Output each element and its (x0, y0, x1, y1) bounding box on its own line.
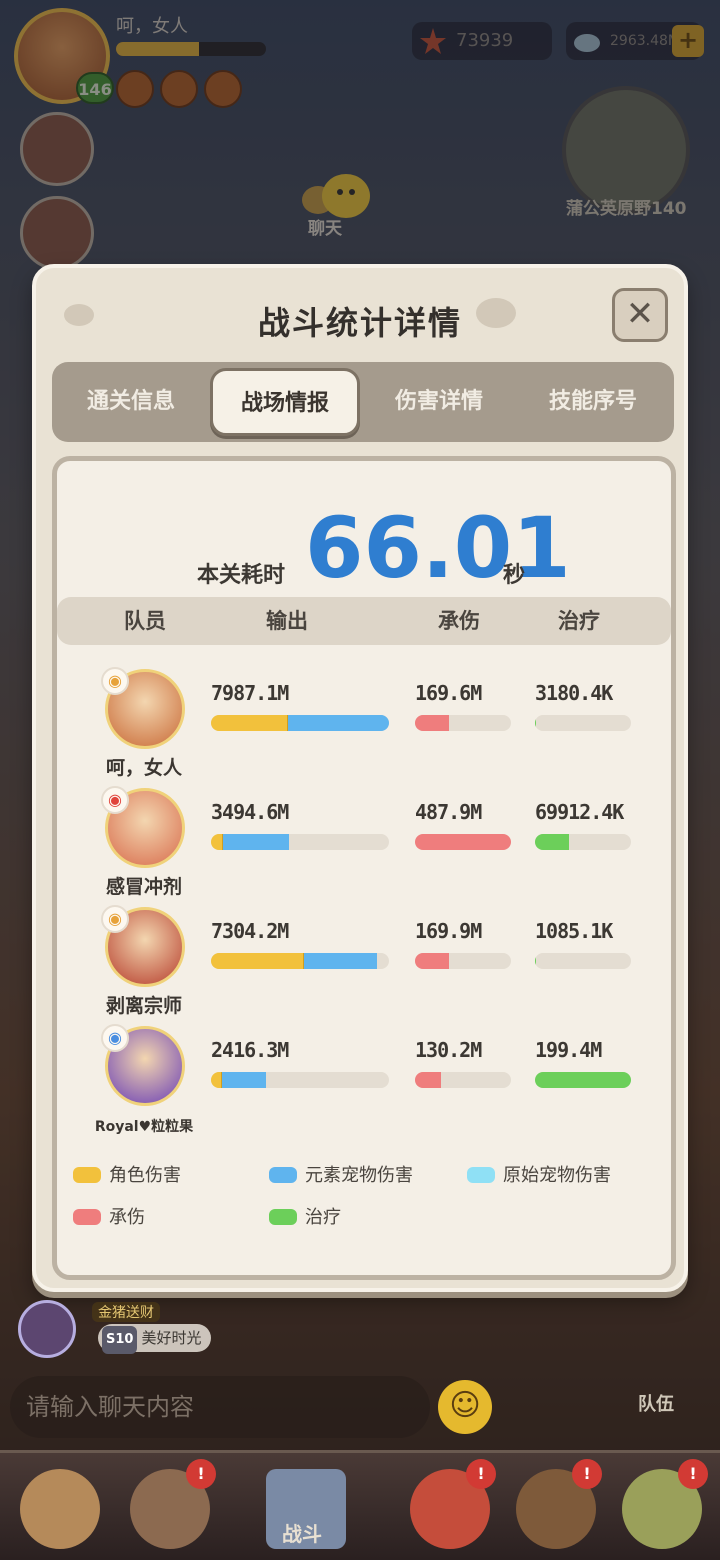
element-icon: ◉ (101, 905, 129, 933)
taken-value: 130.2M (415, 1038, 482, 1062)
player-name: 感冒冲剂 (105, 876, 182, 898)
bar-segment (211, 953, 304, 969)
clear-time: 本关耗时 66.01 秒 (57, 499, 671, 597)
player-name: Royal♥粒粒果 (94, 1119, 194, 1135)
battle-stats-dialog: 战斗统计详情 ✕ 通关信息 战场情报 伤害详情 技能序号 本关耗时 66.01 … (32, 264, 688, 1292)
legend-item: 原始宠物伤害 (467, 1161, 611, 1187)
bottom-nav: ! ! ! ! (0, 1450, 720, 1560)
output-value: 3494.6M (211, 800, 289, 824)
tab-battle-intel[interactable]: 战场情报 (210, 368, 360, 436)
table-header: 队员 输出 承伤 治疗 (57, 597, 671, 645)
tab-bar: 通关信息 战场情报 伤害详情 技能序号 (52, 362, 674, 442)
heal-bar (535, 1072, 631, 1088)
legend-item: 承伤 (73, 1203, 145, 1229)
news-avatar (18, 1300, 76, 1358)
player-name: 呵，女人 (105, 757, 182, 779)
legend-item: 治疗 (269, 1203, 341, 1229)
smile-icon: ☺ (449, 1388, 481, 1423)
player-row: ◉ 感冒冲剂 3494.6M 487.9M 69912.4K (57, 786, 671, 906)
nav-character-1[interactable] (10, 1459, 110, 1559)
bar-segment (303, 953, 377, 969)
output-bar (211, 1072, 389, 1088)
output-bar (211, 834, 389, 850)
bar-segment (535, 1072, 631, 1088)
bar-segment (415, 834, 511, 850)
close-icon: ✕ (625, 294, 655, 334)
heal-value: 1085.1K (535, 919, 613, 943)
alert-icon: ! (466, 1459, 496, 1489)
news-line: S10 美好时光 (98, 1324, 212, 1354)
nav-character-5[interactable]: ! (612, 1459, 712, 1559)
player-row: ◉ Royal♥粒粒果 2416.3M 130.2M 199.4M (57, 1024, 671, 1144)
bar-segment (211, 1072, 222, 1088)
header-taken: 承伤 (438, 609, 480, 633)
alert-icon: ! (678, 1459, 708, 1489)
heal-bar (535, 715, 631, 731)
output-value: 2416.3M (211, 1038, 289, 1062)
output-bar (211, 715, 389, 731)
bar-segment (415, 1072, 441, 1088)
taken-bar (415, 1072, 511, 1088)
bar-segment (211, 834, 224, 850)
player-name: 剥离宗师 (105, 995, 182, 1017)
news-ticker[interactable]: 金猪送财 S10 美好时光 (18, 1300, 258, 1360)
bar-segment (535, 715, 536, 731)
heal-value: 69912.4K (535, 800, 624, 824)
bar-segment (221, 1072, 267, 1088)
team-label: 队伍 (638, 1394, 674, 1415)
bar-segment (415, 715, 449, 731)
nav-character-2[interactable]: ! (120, 1459, 220, 1559)
time-unit: 秒 (503, 563, 526, 588)
news-tag: 金猪送财 (92, 1302, 160, 1322)
time-value: 66.01 (305, 499, 571, 597)
battle-label: 战斗 (282, 1522, 322, 1546)
close-button[interactable]: ✕ (612, 288, 668, 342)
heal-bar (535, 953, 631, 969)
legend: 角色伤害 元素宠物伤害 原始宠物伤害 承伤 治疗 (57, 1161, 671, 1261)
alert-icon: ! (186, 1459, 216, 1489)
tab-clear-info[interactable]: 通关信息 (56, 362, 206, 442)
player-row: ◉ 呵，女人 7987.1M 169.6M 3180.4K (57, 667, 671, 787)
taken-value: 169.6M (415, 681, 482, 705)
output-value: 7304.2M (211, 919, 289, 943)
element-icon: ◉ (101, 786, 129, 814)
tab-skill-order[interactable]: 技能序号 (518, 362, 668, 442)
taken-bar (415, 715, 511, 731)
nav-character-3[interactable]: ! (400, 1459, 500, 1559)
bar-segment (287, 715, 389, 731)
output-value: 7987.1M (211, 681, 289, 705)
legend-item: 元素宠物伤害 (269, 1161, 413, 1187)
chat-input[interactable]: 请输入聊天内容 (10, 1376, 430, 1438)
element-icon: ◉ (101, 667, 129, 695)
header-output: 输出 (266, 609, 308, 633)
time-label: 本关耗时 (197, 563, 286, 588)
alert-icon: ! (572, 1459, 602, 1489)
heal-bar (535, 834, 631, 850)
header-member: 队员 (124, 609, 166, 633)
dialog-title: 战斗统计详情 (257, 304, 462, 342)
stats-panel: 本关耗时 66.01 秒 队员 输出 承伤 治疗 ◉ 呵，女人 7987.1M … (52, 456, 676, 1280)
player-row: ◉ 剥离宗师 7304.2M 169.9M 1085.1K (57, 905, 671, 1025)
heal-value: 199.4M (535, 1038, 602, 1062)
tab-damage-details[interactable]: 伤害详情 (364, 362, 514, 442)
bar-segment (535, 953, 536, 969)
taken-value: 487.9M (415, 800, 482, 824)
legend-item: 角色伤害 (73, 1161, 181, 1187)
bar-segment (415, 953, 449, 969)
taken-bar (415, 953, 511, 969)
bar-segment (535, 834, 569, 850)
output-bar (211, 953, 389, 969)
heal-value: 3180.4K (535, 681, 613, 705)
nav-character-4[interactable]: ! (506, 1459, 606, 1559)
taken-value: 169.9M (415, 919, 482, 943)
bar-segment (223, 834, 290, 850)
bar-segment (211, 715, 288, 731)
element-icon: ◉ (101, 1024, 129, 1052)
emoji-button[interactable]: ☺ (438, 1380, 492, 1434)
header-heal: 治疗 (558, 609, 600, 633)
taken-bar (415, 834, 511, 850)
